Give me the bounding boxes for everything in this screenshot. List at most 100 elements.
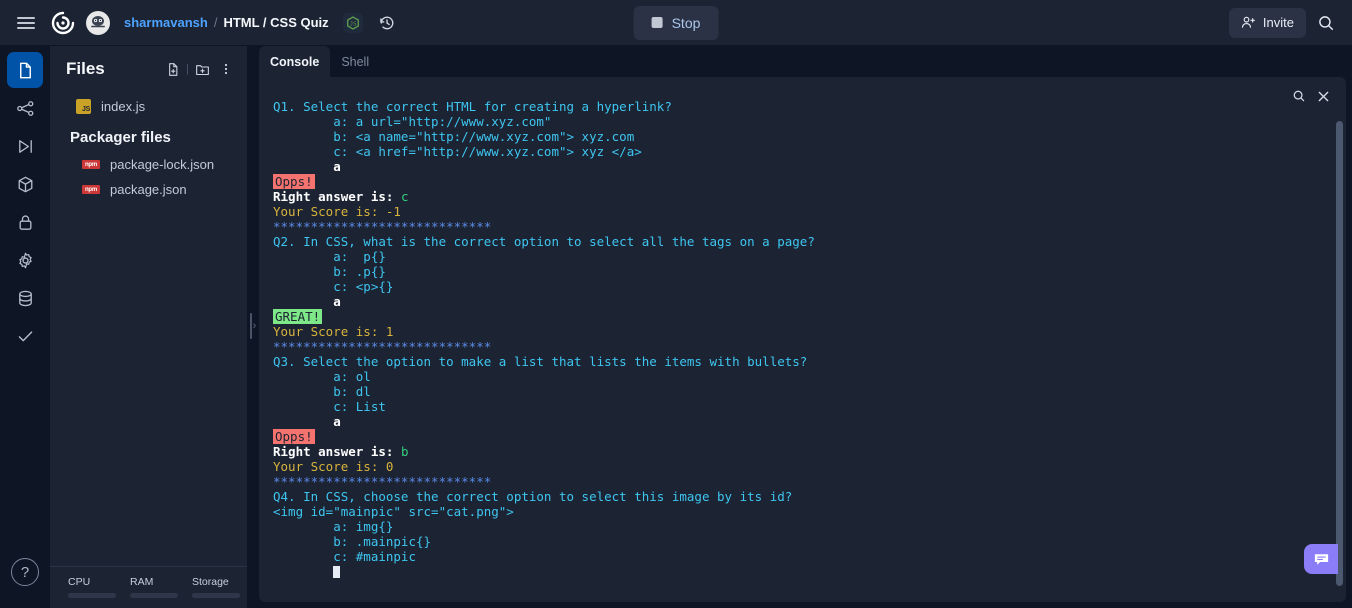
cube-icon	[16, 175, 35, 194]
help-button[interactable]: ?	[11, 558, 39, 586]
storage-label: Storage	[192, 576, 229, 588]
history-icon[interactable]	[373, 9, 401, 37]
console-line: Q3. Select the option to make a list tha…	[273, 354, 1310, 369]
console-segment: b	[400, 444, 409, 459]
ram-label: RAM	[130, 576, 154, 588]
new-file-icon[interactable]	[162, 58, 184, 80]
console-line: c: #mainpic	[273, 549, 1310, 564]
console-segment: c	[400, 189, 409, 204]
console-segment: c: <a href="http://www.xyz.com"> xyz </a…	[273, 144, 642, 159]
search-icon[interactable]	[1288, 85, 1310, 107]
cpu-meter[interactable]: CPU	[68, 576, 116, 598]
packager-files-heading: Packager files	[70, 129, 171, 146]
replit-logo-icon[interactable]	[50, 10, 76, 36]
close-icon[interactable]	[1312, 85, 1334, 107]
gear-icon	[16, 251, 35, 270]
git-branch-icon	[16, 99, 35, 118]
user-avatar[interactable]	[86, 10, 110, 35]
console-panel: Console Shell Q1. Select the correct HTM…	[247, 46, 1352, 608]
console-cursor	[333, 566, 341, 578]
console-line: Right answer is: b	[273, 444, 1310, 459]
console-line: Opps!	[273, 429, 1310, 444]
search-icon[interactable]	[1312, 9, 1340, 37]
console-segment: c: List	[273, 399, 386, 414]
console-line: Q1. Select the correct HTML for creating…	[273, 99, 1310, 114]
breadcrumb: sharmavansh / HTML / CSS Quiz	[124, 15, 329, 30]
sidebar-item-tests[interactable]	[7, 318, 43, 354]
sidebar-item-run[interactable]	[7, 128, 43, 164]
storage-meter[interactable]: Storage	[192, 576, 240, 598]
console-line: a: img{}	[273, 519, 1310, 534]
console-line: <img id="mainpic" src="cat.png">	[273, 504, 1310, 519]
console-segment: Your Score is: 1	[273, 324, 394, 339]
breadcrumb-username[interactable]: sharmavansh	[124, 15, 208, 30]
console-segment: Q2. In CSS, what is the correct option t…	[273, 234, 815, 249]
new-folder-icon[interactable]	[191, 58, 213, 80]
console-scrollbar[interactable]	[1336, 91, 1343, 596]
console-segment: Right answer is:	[273, 189, 401, 204]
console-tabs: Console Shell	[259, 46, 1346, 77]
console-segment: *****************************	[273, 339, 492, 354]
console-scrollbar-thumb[interactable]	[1336, 121, 1343, 586]
breadcrumb-separator: /	[213, 15, 218, 30]
console-segment: c: <p>{}	[273, 279, 394, 294]
file-item-label: package.json	[110, 182, 187, 197]
console-segment: a	[273, 159, 341, 174]
tab-shell[interactable]: Shell	[330, 46, 380, 77]
svg-text:JS: JS	[349, 21, 356, 27]
sidebar-item-files[interactable]	[7, 52, 43, 88]
file-item-index-js[interactable]: JS index.js	[54, 94, 243, 119]
ram-meter[interactable]: RAM	[130, 576, 178, 598]
top-bar-center: Stop	[633, 5, 719, 40]
collapse-grip	[249, 313, 252, 339]
database-icon	[16, 289, 35, 308]
sidebar-item-secrets[interactable]	[7, 204, 43, 240]
file-item-package-json[interactable]: npm package.json	[54, 177, 243, 202]
chevron-right-icon: ›	[252, 320, 257, 332]
sidebar-item-settings[interactable]	[7, 242, 43, 278]
console-segment: GREAT!	[273, 309, 323, 324]
file-item-package-lock-json[interactable]: npm package-lock.json	[54, 152, 243, 177]
chat-icon[interactable]	[1304, 544, 1338, 574]
tab-shell-label: Shell	[341, 54, 370, 69]
sidebar-item-database[interactable]	[7, 280, 43, 316]
workspace-body: ? Files | JS index.js Packager files npm…	[0, 46, 1352, 608]
tab-console[interactable]: Console	[259, 46, 331, 77]
stop-button[interactable]: Stop	[633, 5, 719, 40]
ram-bar	[130, 593, 178, 598]
console-line: Your Score is: 0	[273, 459, 1310, 474]
console-line: c: <a href="http://www.xyz.com"> xyz </a…	[273, 144, 1310, 159]
panel-collapse-handle[interactable]: ›	[246, 308, 260, 344]
console-segment: c: #mainpic	[273, 549, 416, 564]
console-segment: *****************************	[273, 474, 492, 489]
console-line: c: List	[273, 399, 1310, 414]
check-icon	[16, 327, 35, 346]
breadcrumb-project-title[interactable]: HTML / CSS Quiz	[223, 15, 328, 30]
console-segment	[273, 564, 333, 579]
more-vertical-icon[interactable]	[215, 58, 237, 80]
hamburger-icon[interactable]	[12, 9, 40, 37]
nodejs-icon[interactable]: JS	[342, 12, 363, 33]
console-line: a: p{}	[273, 249, 1310, 264]
sidebar-item-packages[interactable]	[7, 166, 43, 202]
console-line: b: .mainpic{}	[273, 534, 1310, 549]
storage-bar	[192, 593, 240, 598]
resource-usage-footer: CPU RAM Storage	[50, 566, 268, 608]
console-segment: <img id="mainpic" src="cat.png">	[273, 504, 514, 519]
npm-file-icon: npm	[82, 185, 100, 194]
console-line: a	[273, 159, 1310, 174]
play-icon	[16, 137, 35, 156]
console-segment: *****************************	[273, 219, 492, 234]
console-segment: a	[273, 294, 341, 309]
console-line: Your Score is: -1	[273, 204, 1310, 219]
console-line: a: a url="http://www.xyz.com"	[273, 114, 1310, 129]
console-output[interactable]: Q1. Select the correct HTML for creating…	[259, 77, 1346, 602]
console-segment: Your Score is: 0	[273, 459, 394, 474]
console-line: c: <p>{}	[273, 279, 1310, 294]
sidebar-item-version-control[interactable]	[7, 90, 43, 126]
file-icon	[16, 61, 35, 80]
console-segment: b: dl	[273, 384, 371, 399]
invite-button[interactable]: Invite	[1228, 7, 1306, 38]
top-bar-right: Invite	[1228, 7, 1340, 38]
console-segment: Your Score is: -1	[273, 204, 401, 219]
